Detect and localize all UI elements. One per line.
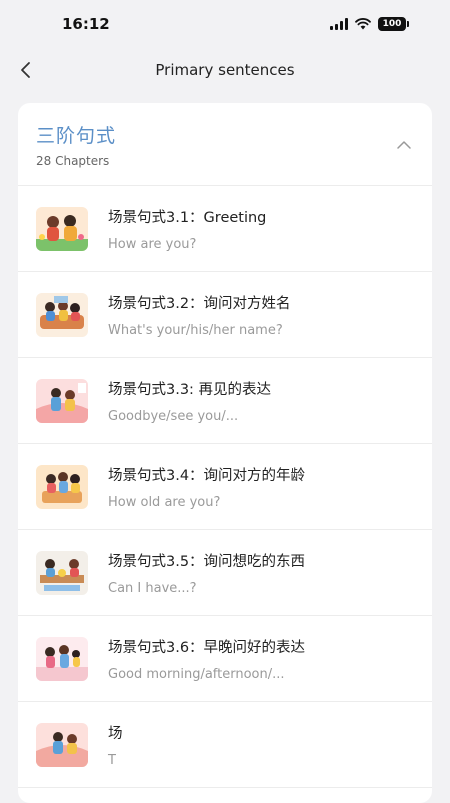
item-subtitle: Goodbye/see you/...	[108, 408, 239, 424]
list-item[interactable]: 场景句式3.3: 再见的表达 Goodbye/see you/...	[18, 358, 432, 444]
collapse-button[interactable]	[394, 135, 414, 155]
item-subtitle: How are you?	[108, 236, 197, 252]
thumbnail-image	[36, 636, 88, 681]
item-title: 场景句式3.3: 再见的表达	[108, 381, 272, 398]
list-item[interactable]: 场景句式3.5：询问想吃的东西 Can I have...?	[18, 530, 432, 616]
list-item[interactable]: 场 T	[18, 702, 432, 788]
item-subtitle: T	[108, 752, 116, 768]
section-header[interactable]: 三阶句式 28 Chapters	[18, 103, 432, 186]
list-item[interactable]: 场景句式3.1：Greeting How are you?	[18, 186, 432, 272]
loading-fade-overlay	[126, 702, 432, 787]
list-item[interactable]: 场景句式3.6：早晚问好的表达 Good morning/afternoon/.…	[18, 616, 432, 702]
status-bar: 16:12 100	[0, 0, 450, 48]
thumbnail-image	[36, 206, 88, 251]
thumbnail-image	[36, 722, 88, 767]
status-time: 16:12	[62, 15, 110, 33]
list-item[interactable]: 场景句式3.4：询问对方的年龄 How old are you?	[18, 444, 432, 530]
cellular-signal-icon	[330, 18, 348, 30]
status-icons: 100	[330, 17, 409, 31]
back-button[interactable]	[14, 58, 38, 82]
nav-bar: Primary sentences	[0, 48, 450, 92]
section-chapter-count: 28 Chapters	[36, 154, 110, 168]
item-subtitle: Can I have...?	[108, 580, 197, 596]
thumbnail-image	[36, 292, 88, 337]
section-title: 三阶句式	[36, 125, 117, 147]
battery-icon: 100	[378, 17, 409, 31]
item-subtitle: What's your/his/her name?	[108, 322, 283, 338]
item-subtitle: How old are you?	[108, 494, 221, 510]
item-title: 场景句式3.5：询问想吃的东西	[108, 553, 306, 570]
page-title: Primary sentences	[155, 61, 295, 79]
thumbnail-image	[36, 550, 88, 595]
item-title: 场景句式3.2：询问对方姓名	[108, 295, 291, 312]
item-title: 场景句式3.1：Greeting	[108, 209, 267, 226]
list-item[interactable]: 场景句式3.2：询问对方姓名 What's your/his/her name?	[18, 272, 432, 358]
chevron-up-icon	[397, 141, 411, 149]
item-title: 场景句式3.4：询问对方的年龄	[108, 467, 306, 484]
item-title: 场景句式3.6：早晚问好的表达	[108, 639, 306, 656]
thumbnail-image	[36, 378, 88, 423]
item-title: 场	[108, 725, 123, 742]
item-subtitle: Good morning/afternoon/...	[108, 666, 285, 682]
thumbnail-image	[36, 464, 88, 509]
wifi-icon	[355, 18, 371, 30]
chevron-left-icon	[21, 62, 30, 78]
chapter-list-card: 三阶句式 28 Chapters 场景句式3.1：Greeting How ar…	[18, 103, 432, 803]
